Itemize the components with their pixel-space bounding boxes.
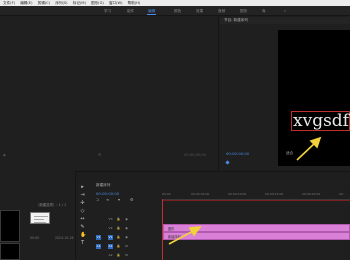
arrow-to-clip-icon: [168, 226, 202, 245]
arrow-to-title-icon: [296, 136, 322, 161]
annotation-arrows: [168, 136, 322, 245]
